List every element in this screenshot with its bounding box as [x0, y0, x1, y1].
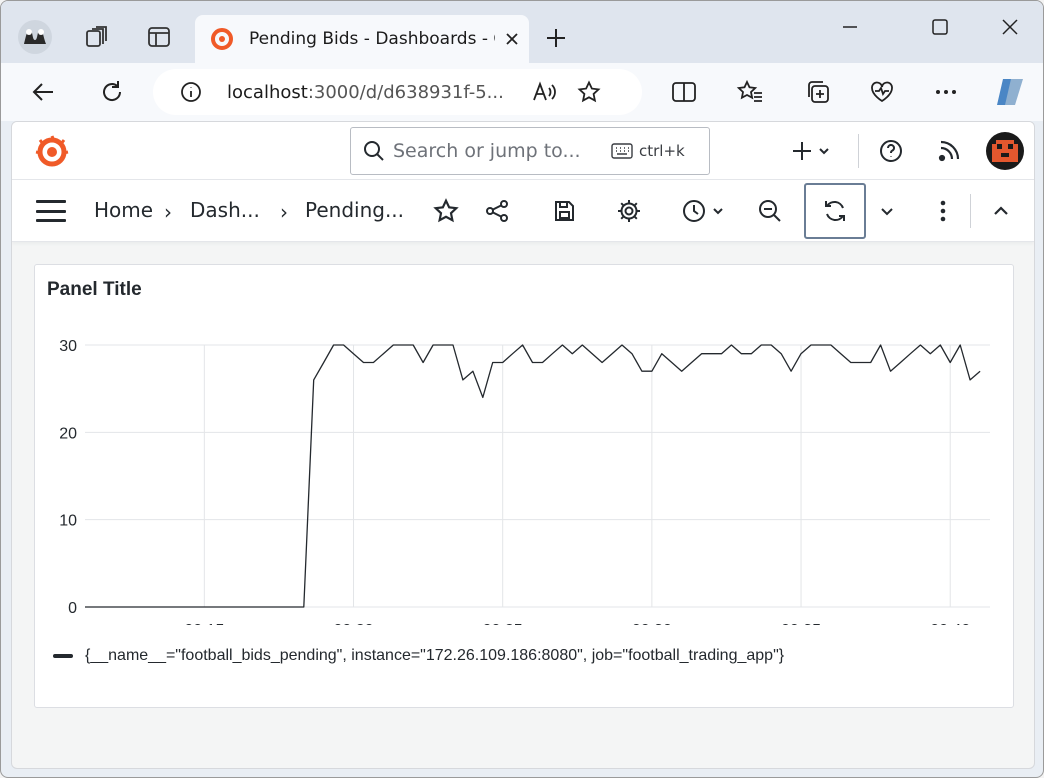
- keyboard-shortcut: ctrl+k: [611, 142, 685, 160]
- series-line: [85, 344, 981, 608]
- copilot-icon[interactable]: [989, 71, 1031, 113]
- x-tick-label: 00:30: [632, 622, 672, 625]
- zoom-out-icon[interactable]: [751, 192, 789, 230]
- help-icon[interactable]: [874, 132, 908, 170]
- new-tab-icon[interactable]: [541, 23, 571, 53]
- settings-icon[interactable]: [610, 192, 648, 230]
- shortcut-label: ctrl+k: [639, 142, 685, 160]
- refresh-icon: [825, 201, 845, 221]
- address-bar-row: localhost:3000/d/d638931f-5...: [1, 63, 1043, 121]
- timeseries-chart[interactable]: 0 10 20 30 00:15 00:20 00:25 00:30 00:35 00:40: [35, 325, 1015, 625]
- breadcrumb-separator: ›: [280, 200, 288, 224]
- browser-essentials-icon[interactable]: [861, 71, 903, 113]
- reload-icon[interactable]: [91, 71, 133, 113]
- clock-icon: [683, 200, 723, 222]
- grafana-favicon-icon: [209, 26, 235, 52]
- breadcrumb-separator: ›: [164, 200, 172, 224]
- time-picker-button[interactable]: [680, 192, 732, 230]
- url-bar[interactable]: localhost:3000/d/d638931f-5...: [153, 69, 642, 115]
- collections-icon[interactable]: [797, 71, 839, 113]
- news-feed-icon[interactable]: [932, 132, 966, 170]
- split-screen-icon[interactable]: [663, 71, 705, 113]
- legend-swatch: [53, 654, 73, 658]
- site-info-icon[interactable]: [177, 78, 205, 106]
- profile-icon[interactable]: [13, 15, 57, 59]
- url-path: :3000/d/d638931f-5...: [307, 81, 504, 103]
- divider: [858, 134, 859, 168]
- read-aloud-icon[interactable]: [531, 78, 559, 106]
- favorite-star-icon[interactable]: [575, 78, 603, 106]
- close-window-icon[interactable]: [987, 9, 1033, 45]
- keyboard-icon: [611, 143, 633, 159]
- menu-icon[interactable]: [34, 196, 68, 226]
- workspaces-icon[interactable]: [75, 15, 119, 59]
- y-tick-label: 0: [68, 600, 77, 617]
- y-tick-label: 30: [59, 338, 77, 355]
- search-input[interactable]: Search or jump to... ctrl+k: [350, 127, 710, 175]
- y-tick-label: 10: [59, 513, 77, 530]
- url-host: localhost: [227, 81, 308, 103]
- browser-window: Pending Bids - Dashboards - G localhost:…: [0, 0, 1044, 778]
- chart-legend[interactable]: {__name__="football_bids_pending", insta…: [53, 647, 784, 665]
- dashboard-toolbar: Home › Dash... › Pending...: [12, 180, 1034, 242]
- y-tick-label: 20: [59, 425, 77, 442]
- x-tick-label: 00:40: [930, 622, 970, 625]
- close-tab-icon[interactable]: [501, 28, 523, 50]
- search-icon: [363, 139, 387, 163]
- legend-label: {__name__="football_bids_pending", insta…: [85, 647, 785, 664]
- minimize-icon[interactable]: [827, 9, 873, 45]
- star-dashboard-icon[interactable]: [427, 192, 465, 230]
- breadcrumb-current[interactable]: Pending...: [305, 198, 404, 222]
- x-tick-label: 00:25: [483, 622, 523, 625]
- back-icon[interactable]: [23, 71, 65, 113]
- add-new-button[interactable]: [788, 132, 836, 170]
- tab-title: Pending Bids - Dashboards - G: [249, 29, 495, 49]
- save-icon[interactable]: [545, 192, 583, 230]
- breadcrumb-dashboards[interactable]: Dash...: [190, 198, 260, 222]
- collapse-chevron-up-icon[interactable]: [982, 192, 1020, 230]
- url-text[interactable]: localhost:3000/d/d638931f-5...: [227, 82, 515, 103]
- grafana-top-bar: Search or jump to... ctrl+k: [12, 122, 1034, 180]
- grafana-page: Search or jump to... ctrl+k Home › Dash.…: [11, 121, 1035, 769]
- grafana-logo-icon[interactable]: [34, 134, 70, 170]
- refresh-button[interactable]: [804, 183, 866, 239]
- share-icon[interactable]: [478, 192, 516, 230]
- search-placeholder: Search or jump to...: [393, 140, 581, 162]
- panel-title[interactable]: Panel Title: [47, 279, 142, 301]
- tab-bar: Pending Bids - Dashboards - G: [1, 1, 1043, 63]
- x-tick-label: 00:20: [333, 622, 373, 625]
- more-options-icon[interactable]: [925, 71, 967, 113]
- maximize-icon[interactable]: [917, 9, 963, 45]
- timeseries-panel[interactable]: Panel Title 010203000:1500:2000:2500:300…: [34, 264, 1014, 708]
- sidebar-toggle-icon[interactable]: [137, 15, 181, 59]
- favorites-icon[interactable]: [729, 71, 771, 113]
- more-vertical-icon[interactable]: [924, 192, 962, 230]
- breadcrumb-home[interactable]: Home: [94, 198, 153, 222]
- user-avatar[interactable]: [986, 132, 1024, 170]
- refresh-interval-chevron-down-icon[interactable]: [868, 192, 906, 230]
- plus-icon: [793, 142, 829, 160]
- x-tick-label: 00:35: [781, 622, 821, 625]
- x-tick-label: 00:15: [184, 622, 224, 625]
- divider: [970, 194, 971, 228]
- active-tab[interactable]: Pending Bids - Dashboards - G: [195, 15, 529, 63]
